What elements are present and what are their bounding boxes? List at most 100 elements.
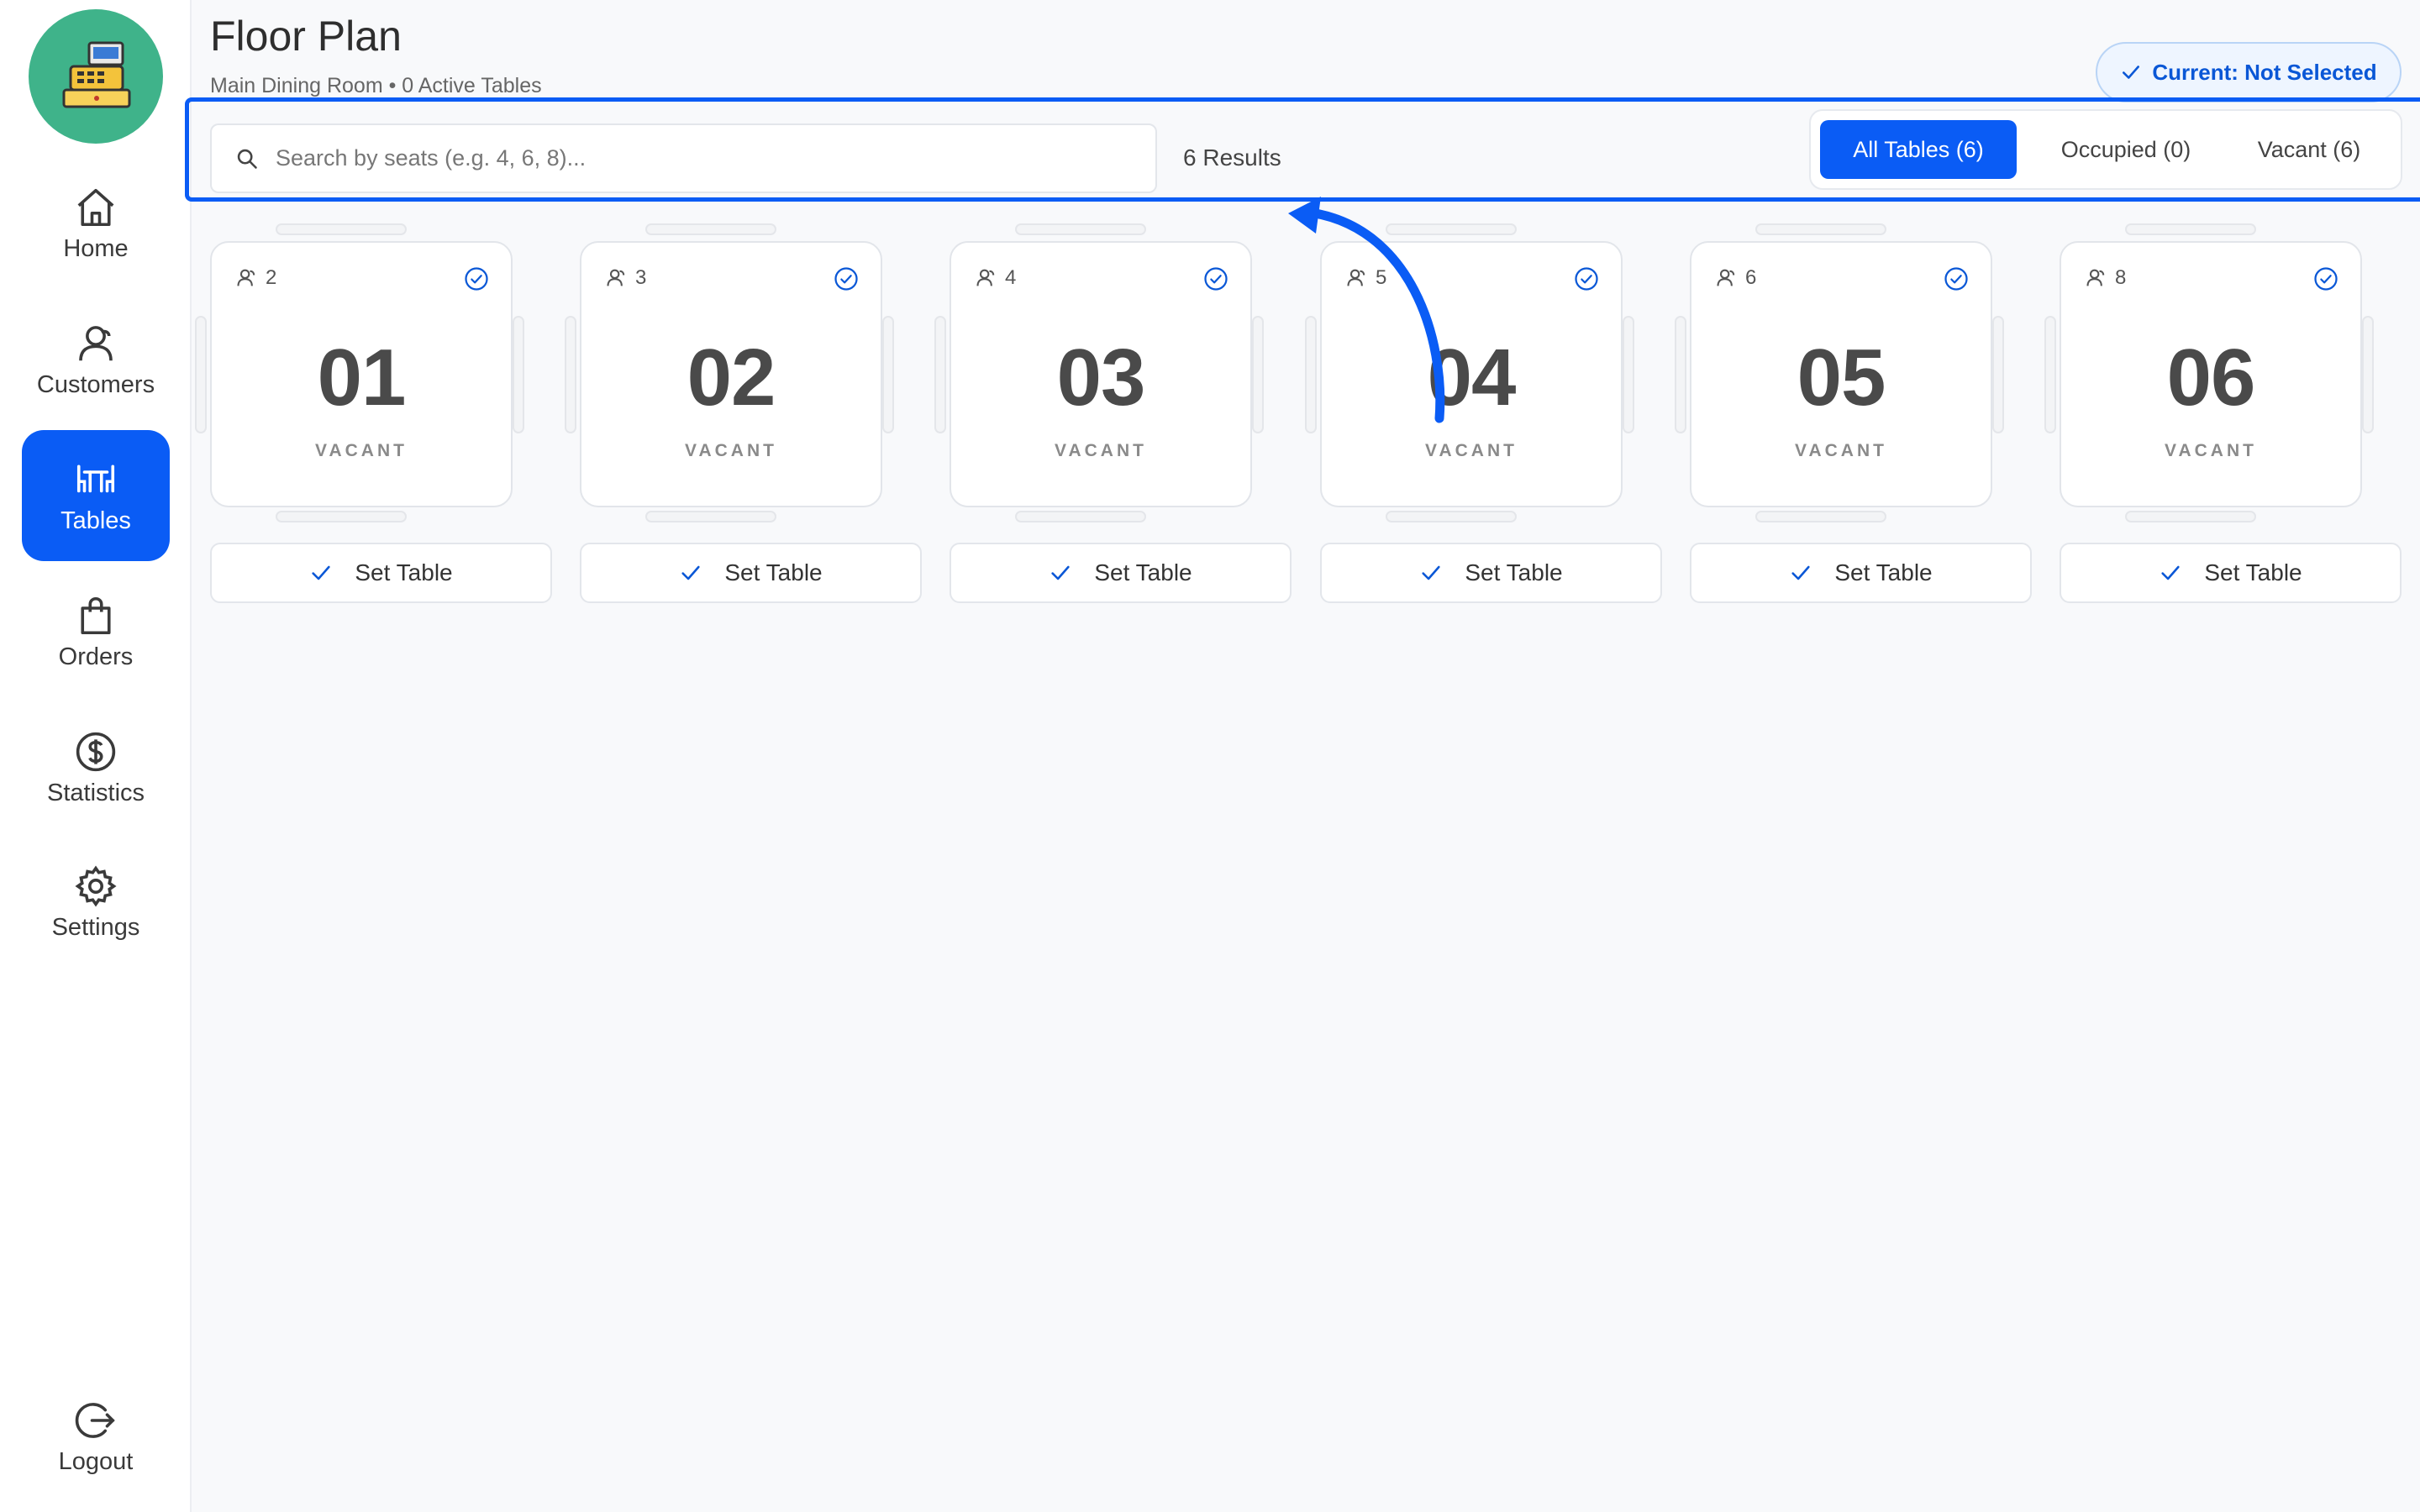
table-number: 05 [1797, 333, 1886, 423]
chair [2362, 316, 2374, 433]
chair [513, 316, 524, 433]
check-circle-icon[interactable] [464, 266, 489, 291]
seats-icon [2086, 269, 2105, 286]
table-surface[interactable]: 4 03 VACANT [950, 241, 1252, 507]
check-icon [1051, 565, 1070, 580]
table-status: VACANT [1425, 441, 1518, 460]
filter-tabs: All Tables (6) Occupied (0) Vacant (6) [1809, 109, 2402, 190]
table-surface[interactable]: 3 02 VACANT [580, 241, 882, 507]
seats-icon [976, 269, 995, 286]
nav-settings[interactable]: Settings [22, 837, 170, 968]
table-surface[interactable]: 2 01 VACANT [210, 241, 513, 507]
chair [2125, 511, 2256, 522]
sidebar: Home Customers Tables Orders Statistics … [0, 0, 192, 1512]
table-status: VACANT [315, 441, 408, 460]
nav-customers-label: Customers [36, 370, 155, 398]
logout-button[interactable]: Logout [22, 1371, 170, 1502]
seat-count: 3 [605, 266, 646, 290]
chair [1755, 223, 1886, 235]
chair [1015, 511, 1146, 522]
check-icon [1791, 565, 1810, 580]
chair [565, 316, 576, 433]
results-count: 6 Results [1183, 144, 1281, 171]
table-card-03[interactable]: 4 03 VACANT [928, 223, 1264, 526]
set-table-button[interactable]: Set Table [950, 543, 1292, 603]
tab-all-tables[interactable]: All Tables (6) [1820, 120, 2017, 179]
check-icon [2161, 565, 2180, 580]
table-number: 06 [2166, 333, 2256, 423]
chair [934, 316, 946, 433]
nav-orders[interactable]: Orders [22, 566, 170, 697]
chair [2044, 316, 2056, 433]
nav-statistics[interactable]: Statistics [22, 702, 170, 833]
check-circle-icon[interactable] [2313, 266, 2338, 291]
chair [645, 511, 776, 522]
chair [276, 511, 407, 522]
chair [1252, 316, 1264, 433]
seat-count: 6 [1715, 266, 1756, 290]
home-icon [77, 188, 114, 226]
nav-settings-label: Settings [51, 913, 140, 941]
seat-count-value: 2 [266, 266, 277, 289]
seats-icon [607, 269, 625, 286]
check-circle-icon[interactable] [834, 266, 859, 291]
set-table-button[interactable]: Set Table [210, 543, 552, 603]
seat-count: 4 [975, 266, 1016, 290]
tab-occupied[interactable]: Occupied (0) [2028, 120, 2224, 179]
chair [2125, 223, 2256, 235]
check-icon [2123, 66, 2140, 79]
nav-customers[interactable]: Customers [22, 294, 170, 425]
table-status: VACANT [1055, 441, 1147, 460]
table-card-06[interactable]: 8 06 VACANT [2038, 223, 2374, 526]
table-surface[interactable]: 8 06 VACANT [2060, 241, 2362, 507]
chair [1675, 316, 1686, 433]
search-bar[interactable] [210, 123, 1157, 193]
table-card-05[interactable]: 6 05 VACANT [1668, 223, 2004, 526]
nav-tables[interactable]: Tables [22, 430, 170, 561]
seats-icon [237, 269, 255, 286]
seat-count-value: 4 [1005, 266, 1017, 289]
check-circle-icon[interactable] [1944, 266, 1969, 291]
app-logo[interactable] [29, 9, 163, 144]
current-table-badge[interactable]: Current: Not Selected [2096, 42, 2402, 102]
check-circle-icon[interactable] [1574, 266, 1599, 291]
check-icon [312, 565, 330, 580]
page-title: Floor Plan [210, 13, 402, 60]
search-input[interactable] [276, 145, 1116, 171]
seat-count-value: 8 [2115, 266, 2127, 289]
set-table-button[interactable]: Set Table [2060, 543, 2402, 603]
chair [1623, 316, 1634, 433]
table-card-01[interactable]: 2 01 VACANT [188, 223, 524, 526]
set-table-button[interactable]: Set Table [580, 543, 922, 603]
chair [1992, 316, 2004, 433]
set-table-button[interactable]: Set Table [1690, 543, 2032, 603]
nav-tables-label: Tables [60, 507, 131, 534]
set-table-label: Set Table [2204, 559, 2302, 585]
bag-icon [81, 596, 111, 634]
table-surface[interactable]: 6 05 VACANT [1690, 241, 1992, 507]
search-icon [237, 149, 257, 169]
table-card-02[interactable]: 3 02 VACANT [558, 223, 894, 526]
chair [1386, 511, 1517, 522]
seat-count: 8 [2085, 266, 2126, 290]
nav-orders-label: Orders [58, 643, 134, 670]
page-subtitle: Main Dining Room • 0 Active Tables [210, 74, 542, 97]
table-number: 01 [317, 333, 407, 423]
set-table-label: Set Table [1465, 559, 1563, 585]
nav-home[interactable]: Home [22, 158, 170, 289]
seat-count-value: 6 [1745, 266, 1757, 289]
customers-icon [79, 325, 113, 360]
set-table-label: Set Table [355, 559, 453, 585]
chair [882, 316, 894, 433]
nav-statistics-label: Statistics [46, 779, 145, 806]
chair [645, 223, 776, 235]
table-status: VACANT [685, 441, 777, 460]
cash-register-icon [62, 41, 131, 108]
gear-icon [75, 864, 117, 907]
set-table-button[interactable]: Set Table [1320, 543, 1662, 603]
tab-vacant[interactable]: Vacant (6) [2223, 120, 2396, 179]
set-table-label: Set Table [1834, 559, 1933, 585]
nav-home-label: Home [63, 234, 129, 262]
chair [195, 316, 207, 433]
check-circle-icon[interactable] [1203, 266, 1228, 291]
